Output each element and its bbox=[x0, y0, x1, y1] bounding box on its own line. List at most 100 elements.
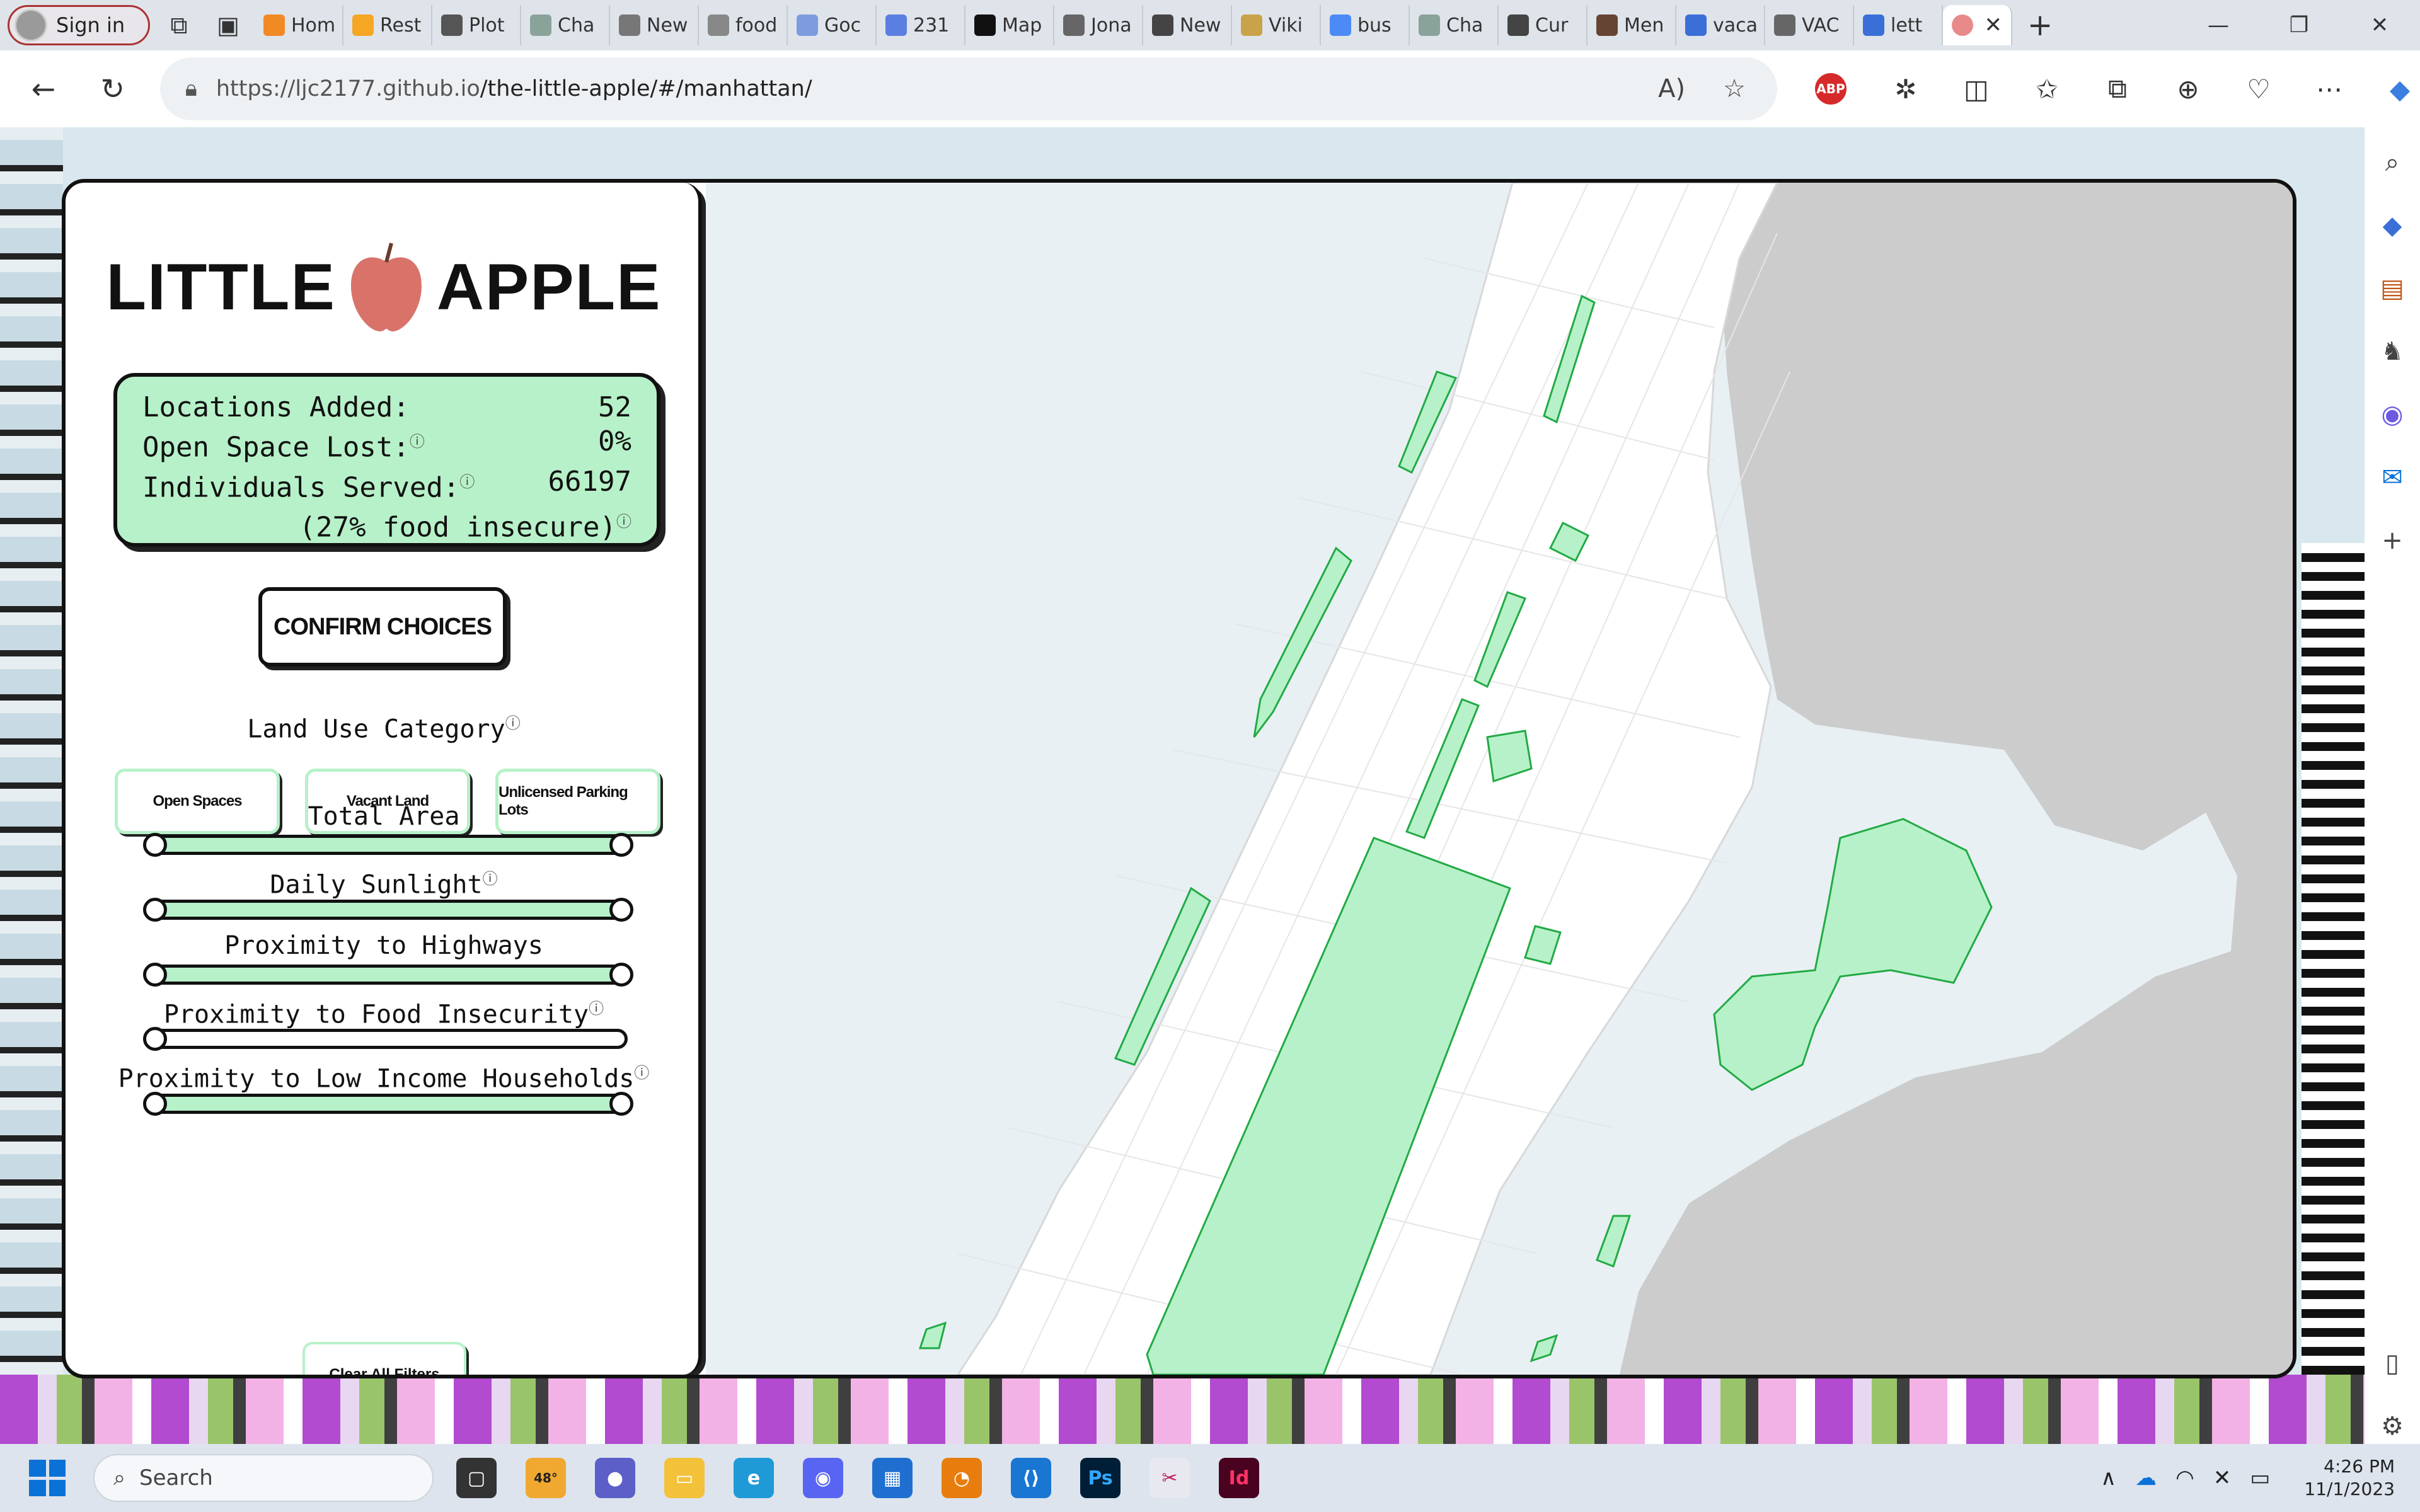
taskbar-search[interactable]: ⌕ Search bbox=[93, 1454, 434, 1502]
restore-button[interactable]: ❐ bbox=[2259, 0, 2339, 50]
info-icon[interactable]: ⓘ bbox=[505, 714, 521, 732]
close-tab-icon[interactable]: ✕ bbox=[1985, 13, 2003, 38]
search-icon[interactable]: ⌕ bbox=[2375, 145, 2410, 180]
blender-icon[interactable]: ◔ bbox=[942, 1458, 982, 1498]
vscode-icon[interactable]: ⟨⟩ bbox=[1011, 1458, 1051, 1498]
info-icon[interactable]: ⓘ bbox=[410, 433, 425, 450]
slider-min-handle[interactable] bbox=[143, 1091, 167, 1116]
slider-max-handle[interactable] bbox=[609, 1091, 633, 1116]
tab-favicon-icon bbox=[797, 14, 818, 36]
browser-tab[interactable]: Cha bbox=[1410, 5, 1499, 45]
sidebar-toggle-icon[interactable]: ▯ bbox=[2375, 1346, 2410, 1381]
task-view-icon[interactable]: ▢ bbox=[456, 1458, 497, 1498]
browser-tab[interactable]: bus bbox=[1321, 5, 1410, 45]
new-tab-button[interactable]: + bbox=[2027, 8, 2053, 43]
browser-tab[interactable]: 231 bbox=[877, 5, 965, 45]
workspaces-icon[interactable]: ⧉ bbox=[159, 5, 199, 45]
browser-tab[interactable]: Viki bbox=[1232, 5, 1321, 45]
tab-active[interactable]: ✕ bbox=[1943, 5, 2012, 45]
browser-tab[interactable]: vaca bbox=[1676, 5, 1765, 45]
range-slider[interactable] bbox=[143, 897, 633, 922]
slider-min-handle[interactable] bbox=[143, 962, 167, 987]
close-window-button[interactable]: ✕ bbox=[2339, 0, 2420, 50]
browser-tab[interactable]: food bbox=[699, 5, 788, 45]
read-aloud-icon[interactable]: A) bbox=[1658, 74, 1685, 103]
clock[interactable]: 4:26 PM 11/1/2023 bbox=[2304, 1455, 2395, 1501]
browser-tab[interactable]: lett bbox=[1854, 5, 1943, 45]
browser-tab[interactable]: VAC bbox=[1765, 5, 1854, 45]
browser-tab[interactable]: Goc bbox=[788, 5, 877, 45]
copilot-icon[interactable]: ◆ bbox=[2380, 74, 2420, 105]
photoshop-icon[interactable]: Ps bbox=[1080, 1458, 1121, 1498]
outlook-icon[interactable]: ✉ bbox=[2375, 460, 2410, 495]
info-icon[interactable]: ⓘ bbox=[634, 1064, 649, 1082]
tray-overflow-icon[interactable]: ∧ bbox=[2100, 1465, 2116, 1491]
slider-min-handle[interactable] bbox=[143, 897, 167, 922]
browser-tab[interactable]: Cur bbox=[1499, 5, 1587, 45]
start-button[interactable] bbox=[29, 1460, 66, 1496]
browser-tab[interactable]: Men bbox=[1587, 5, 1676, 45]
browser-tab[interactable]: New bbox=[610, 5, 699, 45]
extensions-icon[interactable]: ✲ bbox=[1886, 74, 1926, 105]
store-icon[interactable]: ▦ bbox=[872, 1458, 913, 1498]
range-slider[interactable] bbox=[143, 1027, 628, 1051]
range-slider[interactable] bbox=[143, 1091, 633, 1116]
minimize-button[interactable]: — bbox=[2178, 0, 2259, 50]
profile-button[interactable]: Sign in bbox=[8, 5, 150, 45]
adblock-extension-icon[interactable]: ABP bbox=[1814, 73, 1855, 105]
snipping-tool-icon[interactable]: ✂ bbox=[1150, 1458, 1190, 1498]
teams-icon[interactable]: ● bbox=[595, 1458, 635, 1498]
file-explorer-icon[interactable]: ▭ bbox=[664, 1458, 705, 1498]
tab-label: New bbox=[647, 14, 688, 37]
add-icon[interactable]: + bbox=[2375, 523, 2410, 558]
indesign-icon[interactable]: Id bbox=[1219, 1458, 1259, 1498]
edge-icon[interactable]: e bbox=[734, 1458, 774, 1498]
favorites-icon[interactable]: ✩ bbox=[2027, 74, 2067, 105]
briefcase-icon[interactable]: ▤ bbox=[2375, 271, 2410, 306]
url-field[interactable]: 🔒︎ https://ljc2177.github.io/the-little-… bbox=[159, 57, 1777, 120]
info-icon[interactable]: ⓘ bbox=[459, 473, 475, 491]
discord-icon[interactable]: ◉ bbox=[803, 1458, 843, 1498]
slider-max-handle[interactable] bbox=[609, 897, 633, 922]
tab-actions-icon[interactable]: ▣ bbox=[208, 5, 248, 45]
slider-min-handle[interactable] bbox=[143, 833, 167, 857]
manhattan-map[interactable] bbox=[706, 183, 2296, 1375]
browser-tab[interactable]: Jona bbox=[1054, 5, 1143, 45]
volume-muted-icon[interactable]: ✕ bbox=[2213, 1465, 2232, 1491]
clear-all-filters-button[interactable]: Clear All Filters bbox=[302, 1342, 466, 1375]
performance-icon[interactable]: ♡ bbox=[2238, 74, 2279, 105]
browser-tab[interactable]: Map bbox=[965, 5, 1054, 45]
onedrive-icon[interactable]: ☁ bbox=[2135, 1465, 2157, 1491]
browser-tab[interactable]: Plot bbox=[432, 5, 521, 45]
collections-icon[interactable]: ⧉ bbox=[2097, 73, 2138, 105]
wifi-icon[interactable]: ◠ bbox=[2175, 1465, 2194, 1491]
settings-gear-icon[interactable]: ⚙ bbox=[2375, 1409, 2410, 1444]
chess-icon[interactable]: ♞ bbox=[2375, 334, 2410, 369]
food-insecure-note: (27% food insecure) bbox=[299, 511, 616, 544]
tag-icon[interactable]: ◆ bbox=[2375, 208, 2410, 243]
slider-max-handle[interactable] bbox=[609, 833, 633, 857]
info-icon[interactable]: ⓘ bbox=[589, 1000, 604, 1017]
weather-icon[interactable]: 48° bbox=[526, 1458, 566, 1498]
back-button[interactable]: ← bbox=[15, 60, 72, 117]
split-screen-icon[interactable]: ◫ bbox=[1956, 74, 1997, 105]
browser-tab[interactable]: Rest bbox=[343, 5, 432, 45]
info-icon[interactable]: ⓘ bbox=[616, 513, 631, 530]
range-slider[interactable] bbox=[143, 833, 633, 857]
favorite-star-icon[interactable]: ☆ bbox=[1723, 74, 1746, 103]
confirm-choices-button[interactable]: CONFIRM CHOICES bbox=[258, 587, 507, 667]
downloads-icon[interactable]: ⊕ bbox=[2168, 74, 2208, 105]
browser-tab[interactable]: Cha bbox=[521, 5, 610, 45]
refresh-button[interactable]: ↻ bbox=[84, 60, 141, 117]
slider-max-handle[interactable] bbox=[609, 962, 633, 987]
more-options-icon[interactable]: ⋯ bbox=[2309, 74, 2349, 105]
browser-tab[interactable]: New bbox=[1143, 5, 1232, 45]
slider-min-handle[interactable] bbox=[143, 1027, 167, 1051]
range-slider[interactable] bbox=[143, 962, 633, 987]
copilot-icon[interactable]: ◉ bbox=[2375, 397, 2410, 432]
info-icon[interactable]: ⓘ bbox=[483, 870, 498, 888]
battery-icon[interactable]: ▭ bbox=[2250, 1465, 2270, 1491]
browser-tab[interactable]: Hom bbox=[255, 5, 343, 45]
tab-label: Goc bbox=[824, 14, 861, 37]
map-svg[interactable] bbox=[706, 183, 2296, 1375]
